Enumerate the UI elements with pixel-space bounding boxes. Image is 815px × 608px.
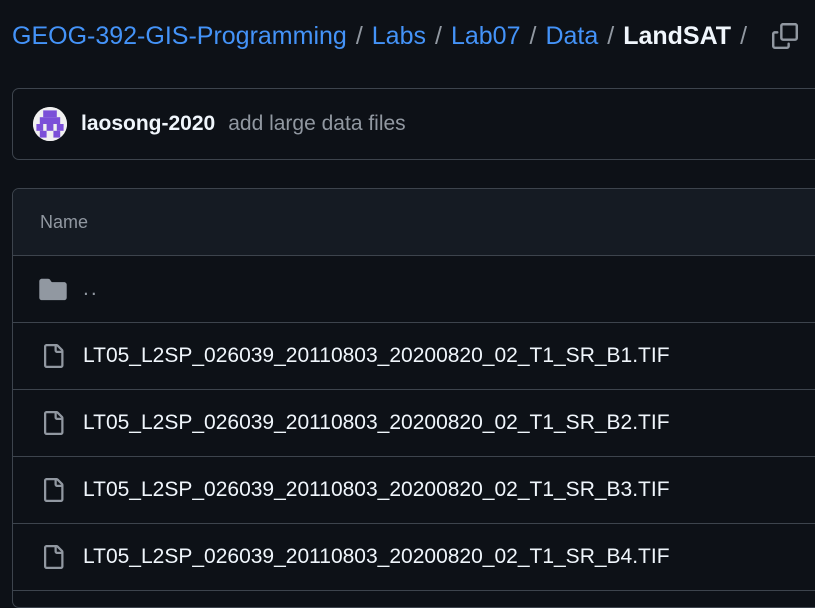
breadcrumb: GEOG-392-GIS-Programming / Labs / Lab07 … (12, 18, 756, 54)
breadcrumb-separator: / (355, 21, 363, 50)
file-row[interactable]: LT05_L2SP_026039_20110803_20200820_02_T1… (13, 323, 815, 390)
table-header: Name (13, 189, 815, 256)
file-row[interactable]: LT05_L2SP_026039_20110803_20200820_02_T1… (13, 457, 815, 524)
file-icon (39, 409, 67, 437)
breadcrumb-separator: / (435, 21, 442, 50)
file-icon (39, 476, 67, 504)
file-link[interactable]: LT05_L2SP_026039_20110803_20200820_02_T1… (83, 344, 670, 368)
copy-path-button[interactable] (768, 19, 802, 53)
commit-author-link[interactable]: laosong-2020 (81, 112, 215, 136)
breadcrumb-repo-link[interactable]: GEOG-392-GIS-Programming (12, 22, 347, 51)
commit-message-link[interactable]: add large data files (228, 112, 405, 136)
breadcrumb-separator: / (607, 21, 615, 50)
breadcrumb-separator: / (529, 21, 537, 50)
parent-directory-row[interactable]: .. (13, 256, 815, 323)
avatar[interactable] (33, 107, 67, 141)
file-row[interactable]: LT05_L2SP_026039_20110803_20200820_02_T1… (13, 390, 815, 457)
avatar-identicon (33, 107, 67, 141)
breadcrumb-data-link[interactable]: Data (545, 22, 598, 51)
breadcrumb-current-folder: LandSAT (623, 21, 732, 50)
file-table: Name .. LT05_L2SP_026039_20110803_202008… (12, 188, 815, 608)
file-icon (39, 543, 67, 571)
file-link[interactable]: LT05_L2SP_026039_20110803_20200820_02_T1… (83, 478, 670, 502)
breadcrumb-labs-link[interactable]: Labs (372, 22, 426, 51)
breadcrumb-trailing-separator: / (740, 21, 748, 50)
file-link[interactable]: LT05_L2SP_026039_20110803_20200820_02_T1… (83, 545, 670, 569)
file-icon (39, 342, 67, 370)
file-link[interactable]: LT05_L2SP_026039_20110803_20200820_02_T1… (83, 411, 670, 435)
latest-commit-bar: laosong-2020 add large data files (12, 88, 815, 160)
breadcrumb-lab07-link[interactable]: Lab07 (451, 22, 521, 51)
parent-directory-link[interactable]: .. (83, 277, 99, 301)
name-column-header: Name (40, 211, 89, 232)
file-row[interactable]: LT05_L2SP_026039_20110803_20200820_02_T1… (13, 524, 815, 591)
copy-icon (772, 23, 798, 49)
folder-icon (39, 275, 67, 303)
